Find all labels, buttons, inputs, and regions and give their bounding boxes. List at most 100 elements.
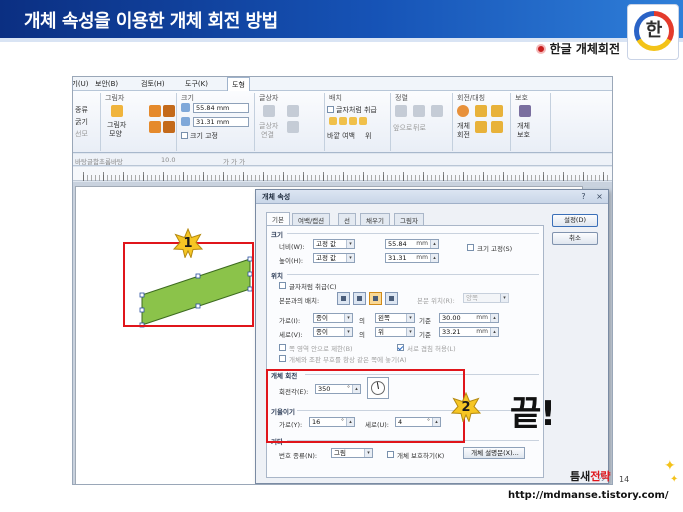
horizontal-ruler[interactable] — [73, 167, 612, 181]
close-icon[interactable]: × — [594, 191, 605, 202]
protect-object-checkbox[interactable] — [387, 451, 394, 458]
horizontal-side-select[interactable]: 왼쪽 ▾ — [375, 313, 415, 323]
send-backward-icon[interactable] — [413, 105, 425, 117]
dialog-title: 개체 속성 — [262, 193, 291, 201]
ok-button[interactable]: 설정(D) — [552, 214, 598, 227]
size-lock-checkbox[interactable]: 크기 고정 — [181, 131, 218, 141]
protect-label-2: 보호 — [517, 131, 530, 139]
height-input[interactable]: 31.31 mm ▴ — [385, 253, 439, 263]
cancel-button[interactable]: 취소 — [552, 232, 598, 245]
ribbon-height-input[interactable]: 31.31 mm — [193, 117, 249, 127]
step-number: 1 — [183, 236, 193, 251]
slide-title: 개체 속성을 이용한 개체 회전 방법 — [24, 11, 278, 32]
treat-as-char-label: 글자처럼 취급(C) — [289, 283, 337, 291]
flip-v-icon[interactable] — [491, 121, 503, 133]
group-title: 정렬 — [395, 94, 408, 102]
tab-tools[interactable]: 도구(K) — [185, 79, 208, 89]
text-style-buttons[interactable]: 가 가 가 — [223, 156, 245, 166]
align-icon[interactable] — [431, 105, 443, 117]
nudge-icon[interactable] — [149, 121, 161, 133]
nudge-icon[interactable] — [149, 105, 161, 117]
wrap-icon[interactable] — [339, 117, 347, 125]
line-type[interactable]: 종류 — [75, 105, 88, 115]
height-mode-select[interactable]: 고정 값 ▾ — [313, 253, 355, 263]
size-lock-checkbox[interactable] — [467, 244, 474, 251]
tab-fill[interactable]: 채우기 — [360, 213, 390, 225]
font-select[interactable]: 함초롬바탕 — [93, 156, 123, 166]
vertical-offset-input[interactable]: 33.21 mm ▴ — [439, 327, 499, 337]
horizontal-label: 가로(I): — [279, 317, 301, 325]
wrap-icon[interactable] — [349, 117, 357, 125]
tab-security[interactable]: 보안(B) — [95, 79, 118, 89]
help-icon[interactable]: ? — [578, 191, 589, 202]
footer-url[interactable]: http://mdmanse.tistory.com/ — [508, 490, 669, 501]
wrap-square-icon[interactable] — [337, 292, 350, 305]
wrap-buttons — [337, 292, 407, 306]
sparkle-icon: ✦ — [670, 474, 679, 485]
text-align-icon[interactable] — [287, 121, 299, 133]
page-area-select[interactable]: 양쪽 ▾ — [463, 293, 509, 303]
group-title: 배치 — [329, 94, 342, 102]
limit-to-page-label: 쪽 영역 안으로 제한(B) — [289, 345, 353, 353]
wrap-icon[interactable] — [359, 117, 367, 125]
of-label: 의 — [359, 331, 365, 339]
rotate-right-icon[interactable] — [491, 105, 503, 117]
size-section-label: 크기 — [271, 231, 283, 239]
treat-as-char-checkbox[interactable] — [279, 282, 286, 289]
nudge-icon[interactable] — [163, 121, 175, 133]
width-input[interactable]: 55.84 mm ▴ — [385, 239, 439, 249]
flip-h-icon[interactable] — [475, 121, 487, 133]
ribbon-tab-bar: 보기(U) 보안(B) 검토(H) 도구(K) 도형 — [73, 77, 612, 91]
font-size-select[interactable]: 10.0 — [161, 156, 175, 164]
position-top[interactable]: 위 — [365, 131, 371, 141]
object-description-button[interactable]: 개체 설명문(X)... — [463, 447, 525, 459]
treat-as-char-checkbox[interactable]: 글자처럼 취급 — [327, 105, 377, 115]
ribbon-group-line: 종류 굵기 선모 — [73, 93, 101, 151]
width-label: 너비(W): — [279, 243, 305, 251]
position-section-label: 위치 — [271, 272, 283, 280]
basis-label: 기준 — [419, 317, 431, 325]
slide-subtitle: 한글 개체회전 — [0, 38, 626, 61]
send-backward-label: 뒤로 — [413, 124, 426, 132]
outer-margin[interactable]: 바깥 여백 — [327, 131, 355, 141]
number-type-select[interactable]: 그림 ▾ — [331, 448, 373, 458]
text-align-icon[interactable] — [287, 105, 299, 117]
format-toolbar: 바탕글 함초롬바탕 10.0 가 가 가 — [73, 154, 612, 166]
tab-view[interactable]: 보기(U) — [73, 79, 88, 89]
tab-basic[interactable]: 기본 — [266, 212, 290, 225]
textbox-icon[interactable] — [263, 105, 275, 117]
tab-line[interactable]: 선 — [338, 213, 356, 225]
rotate-left-icon[interactable] — [475, 105, 487, 117]
vertical-side-select[interactable]: 위 ▾ — [375, 327, 415, 337]
horizontal-offset-input[interactable]: 30.00 mm ▴ — [439, 313, 499, 323]
style-select[interactable]: 바탕글 — [75, 156, 93, 166]
vertical-ref-select[interactable]: 종이 ▾ — [313, 327, 353, 337]
step-number: 2 — [461, 400, 471, 415]
shadow-icon[interactable] — [111, 105, 123, 117]
rotate-label-2: 회전 — [457, 131, 470, 139]
tab-margin-caption[interactable]: 여백/캡션 — [292, 213, 331, 225]
ribbon-group-align: 정렬 앞으로 뒤로 — [391, 93, 453, 151]
nudge-icon[interactable] — [163, 105, 175, 117]
width-mode-select[interactable]: 고정 값 ▾ — [313, 239, 355, 249]
horizontal-ref-select[interactable]: 종이 ▾ — [313, 313, 353, 323]
textbox-link-label: 연결 — [261, 131, 274, 139]
wrap-tight-icon[interactable] — [353, 292, 366, 305]
ribbon-width-input[interactable]: 55.84 mm — [193, 103, 249, 113]
highlight-box-rotation — [266, 369, 465, 443]
tab-review[interactable]: 검토(H) — [141, 79, 165, 89]
wrap-front-icon[interactable] — [369, 292, 382, 305]
lock-icon[interactable] — [519, 105, 531, 117]
wrap-icon[interactable] — [329, 117, 337, 125]
keep-same-page-checkbox[interactable] — [279, 355, 286, 362]
line-weight[interactable]: 굵기 — [75, 117, 88, 127]
bring-forward-icon[interactable] — [395, 105, 407, 117]
end-text: 끝! — [510, 394, 556, 434]
tab-shape[interactable]: 도형 — [227, 77, 250, 91]
line-end[interactable]: 선모 — [75, 129, 88, 139]
allow-overlap-checkbox[interactable] — [397, 344, 404, 351]
rotate-icon[interactable] — [457, 105, 469, 117]
tab-shadow[interactable]: 그림자 — [394, 213, 424, 225]
limit-to-page-checkbox[interactable] — [279, 344, 286, 351]
wrap-behind-icon[interactable] — [385, 292, 398, 305]
